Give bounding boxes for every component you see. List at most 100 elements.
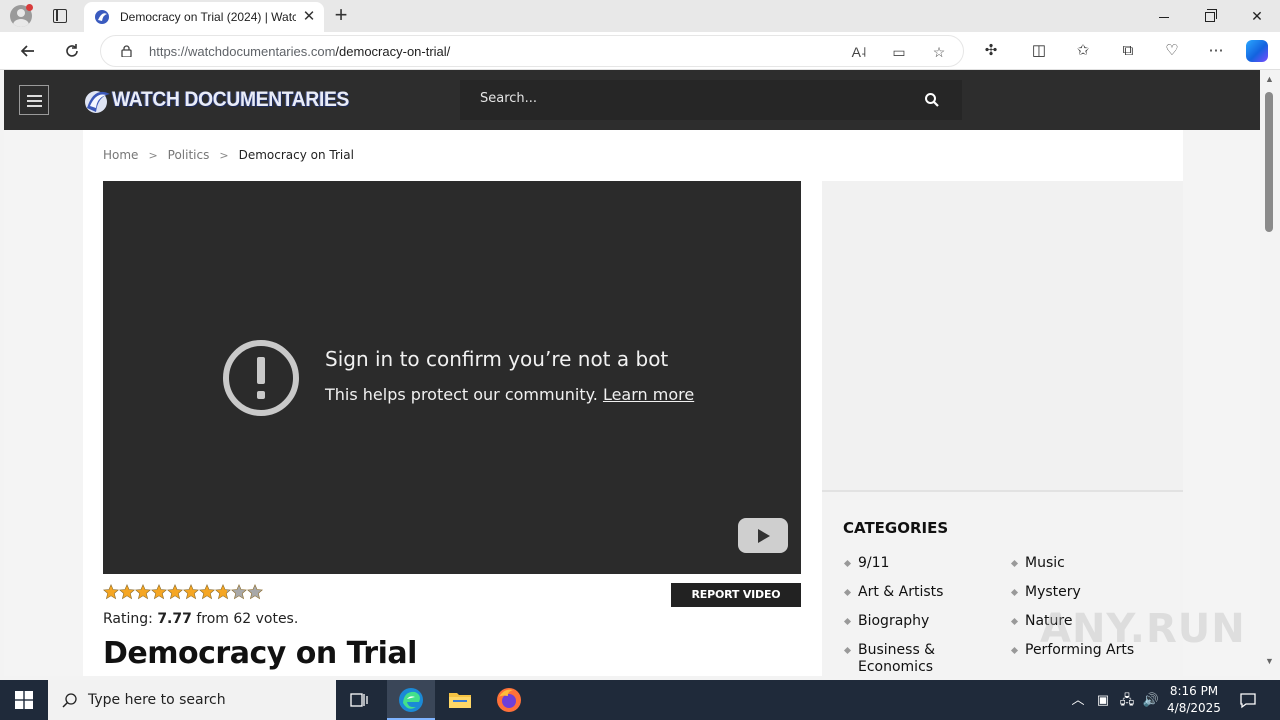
tab-actions-icon[interactable] — [53, 9, 67, 23]
main-content: Home > Politics > Democracy on Trial Sign in… — [83, 130, 1183, 676]
browser-tab-bar: Democracy on Trial (2024) | Watch Docume… — [0, 0, 1280, 32]
hamburger-menu-button[interactable] — [19, 85, 49, 115]
folder-icon — [449, 693, 471, 708]
rating-star-icon[interactable] — [167, 584, 183, 600]
rating-star-icon[interactable] — [231, 584, 247, 600]
start-button[interactable] — [0, 680, 48, 720]
rating-star-icon[interactable] — [183, 584, 199, 600]
category-link[interactable]: Art & Artists — [843, 584, 993, 613]
browser-toolbar: https://watchdocumentaries.com/democracy… — [0, 32, 1280, 70]
category-link[interactable]: Music — [1010, 555, 1160, 584]
clock-date: 4/8/2025 — [1167, 701, 1221, 715]
favorites-icon[interactable]: ✩ — [1072, 41, 1094, 61]
rating-star-icon[interactable] — [247, 584, 263, 600]
more-menu-icon[interactable]: ⋯ — [1205, 41, 1227, 61]
minimize-button[interactable] — [1141, 0, 1187, 32]
restore-button[interactable] — [1187, 0, 1233, 32]
notification-dot-icon — [26, 4, 33, 11]
site-search — [460, 80, 962, 120]
firefox-icon — [497, 688, 521, 712]
breadcrumb-home[interactable]: Home — [103, 148, 138, 162]
clock-time: 8:16 PM — [1169, 684, 1219, 698]
rating-star-icon[interactable] — [199, 584, 215, 600]
url-domain: https://watchdocumentaries.com — [149, 44, 336, 59]
back-arrow-icon — [20, 45, 34, 57]
video-player[interactable]: Sign in to confirm you’re not a bot This… — [103, 181, 801, 574]
close-window-button[interactable]: ✕ — [1234, 0, 1280, 32]
task-view-button[interactable] — [336, 680, 384, 720]
search-icon[interactable] — [924, 92, 940, 108]
new-tab-button[interactable]: + — [330, 4, 352, 26]
address-bar[interactable]: https://watchdocumentaries.com/democracy… — [100, 35, 964, 67]
taskbar-search[interactable]: Type here to search — [48, 680, 336, 720]
task-view-icon — [350, 693, 368, 707]
minimize-icon — [1159, 16, 1169, 18]
system-clock[interactable]: 8:16 PM 4/8/2025 — [1166, 683, 1222, 717]
page-title: Democracy on Trial — [103, 636, 417, 671]
tab-title: Democracy on Trial (2024) | Watch Docume… — [120, 10, 296, 24]
volume-icon[interactable]: 🔊 — [1142, 691, 1160, 709]
back-button[interactable] — [14, 37, 42, 65]
rating-star-icon[interactable] — [119, 584, 135, 600]
rating-star-icon[interactable] — [103, 584, 119, 600]
refresh-button[interactable] — [58, 37, 86, 65]
read-aloud-icon[interactable]: A˨ — [849, 42, 869, 62]
windows-logo-icon — [15, 691, 33, 709]
collections-icon[interactable]: ⧉ — [1117, 41, 1139, 61]
youtube-play-icon[interactable] — [738, 518, 788, 553]
breadcrumb-politics[interactable]: Politics — [168, 148, 210, 162]
url-text[interactable]: https://watchdocumentaries.com/democracy… — [149, 44, 450, 59]
tab-close-button[interactable]: ✕ — [300, 8, 318, 26]
taskbar-search-placeholder: Type here to search — [88, 692, 226, 708]
report-video-button[interactable]: REPORT VIDEO — [671, 583, 801, 607]
search-input[interactable] — [480, 91, 900, 106]
browser-tab-active[interactable]: Democracy on Trial (2024) | Watch Docume… — [84, 2, 324, 32]
breadcrumb: Home > Politics > Democracy on Trial — [103, 148, 354, 162]
rating-label: Rating: — [103, 611, 153, 627]
taskbar: Type here to search ︿ ▣ 🖧 🔊 8:16 PM 4/8/… — [0, 680, 1280, 720]
browser-essentials-icon[interactable]: ♡ — [1161, 41, 1183, 61]
bot-check-message: This helps protect our community. — [325, 385, 598, 404]
breadcrumb-separator: > — [148, 149, 158, 162]
category-link[interactable]: Business & Economics — [843, 642, 953, 676]
star-rating[interactable] — [103, 584, 263, 600]
file-explorer-button[interactable] — [436, 680, 484, 720]
immersive-reader-icon[interactable]: ▭ — [889, 42, 909, 62]
edge-taskbar-button[interactable] — [387, 680, 435, 720]
split-screen-icon[interactable]: ◫ — [1028, 41, 1050, 61]
page-scrollbar[interactable]: ▲ ▼ — [1262, 70, 1276, 676]
extensions-icon[interactable]: ✣ — [980, 41, 1002, 61]
site-header: WATCH DOCUMENTARIES — [4, 70, 1260, 130]
firefox-taskbar-button[interactable] — [485, 680, 533, 720]
scroll-up-icon[interactable]: ▲ — [1265, 74, 1274, 84]
rating-star-icon[interactable] — [135, 584, 151, 600]
category-link[interactable]: Biography — [843, 613, 993, 642]
exclamation-warning-icon — [223, 340, 299, 416]
breadcrumb-separator: > — [219, 149, 229, 162]
notifications-icon[interactable] — [1239, 691, 1257, 709]
refresh-icon — [66, 44, 78, 57]
scroll-down-icon[interactable]: ▼ — [1265, 656, 1274, 666]
scroll-thumb[interactable] — [1265, 92, 1273, 232]
site-favicon-icon — [95, 10, 109, 24]
show-hidden-icons-chevron-icon[interactable]: ︿ — [1069, 691, 1087, 709]
favorite-star-icon[interactable]: ☆ — [929, 42, 949, 62]
rating-text: Rating: 7.77 from 62 votes. — [103, 611, 298, 627]
rating-star-icon[interactable] — [151, 584, 167, 600]
category-link[interactable]: 9/11 — [843, 555, 993, 584]
sidebar: CATEGORIES 9/11 Art & Artists Biography … — [822, 181, 1183, 676]
rating-star-icon[interactable] — [215, 584, 231, 600]
learn-more-link[interactable]: Learn more — [603, 385, 694, 404]
rating-value: 7.77 — [157, 611, 192, 627]
categories-column-1: 9/11 Art & Artists Biography Business & … — [843, 555, 993, 676]
breadcrumb-current: Democracy on Trial — [238, 148, 354, 162]
lock-icon[interactable] — [121, 45, 132, 57]
page-viewport: WATCH DOCUMENTARIES Home > Politics > Democr… — [4, 70, 1260, 676]
device-icon[interactable]: ▣ — [1094, 691, 1112, 709]
watermark-logo: ANY.RUN — [1040, 606, 1246, 652]
ad-placeholder — [822, 181, 1183, 492]
bot-check-subtext: This helps protect our community. Learn … — [325, 385, 694, 404]
logo-swoosh-icon — [85, 91, 110, 113]
copilot-icon[interactable] — [1246, 40, 1268, 62]
network-icon[interactable]: 🖧 — [1118, 691, 1136, 709]
